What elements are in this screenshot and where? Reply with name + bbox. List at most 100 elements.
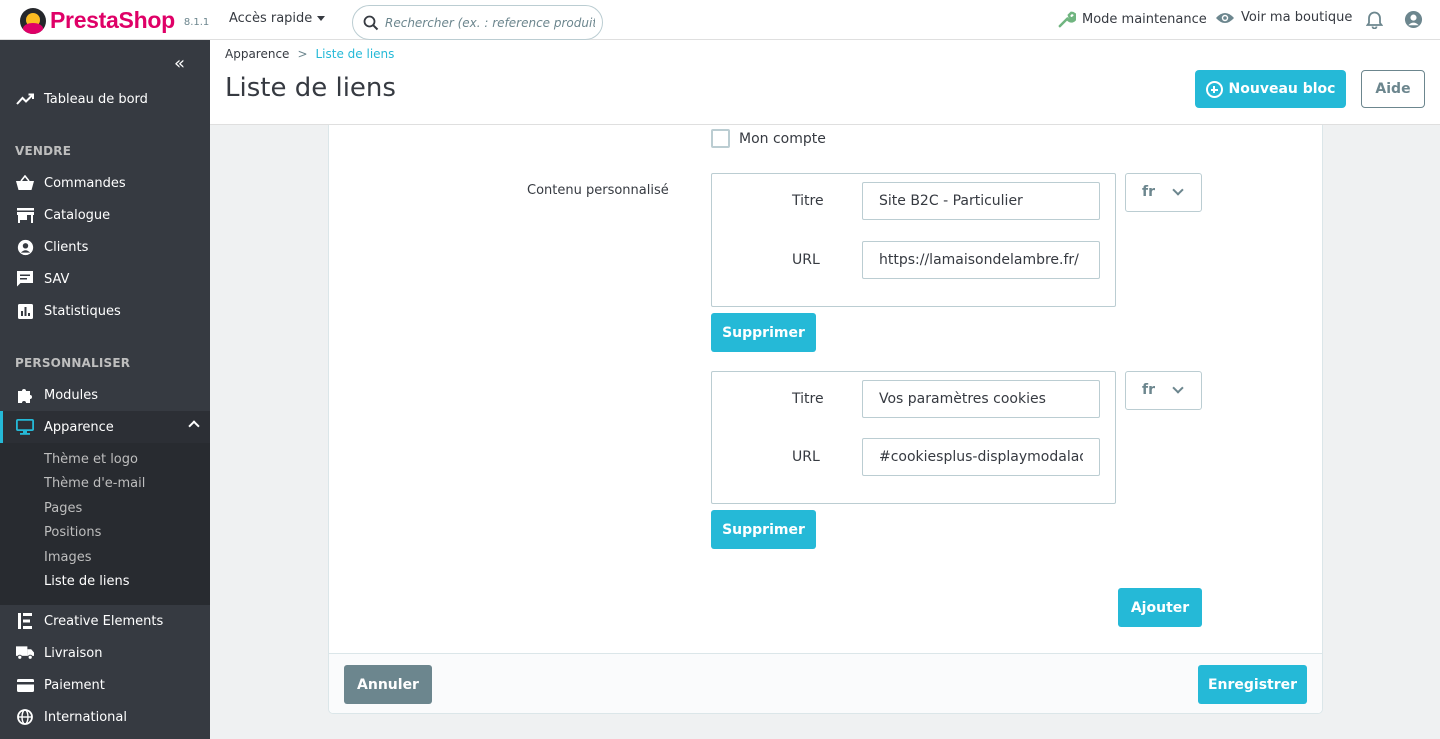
sidebar-item-appearance[interactable]: Apparence <box>0 411 210 443</box>
add-link-button[interactable]: Ajouter <box>1118 588 1202 627</box>
quick-access-label: Accès rapide <box>229 11 313 26</box>
credit-card-icon <box>16 676 34 694</box>
desktop-icon <box>16 418 34 436</box>
quick-access-dropdown[interactable]: Accès rapide <box>229 11 326 26</box>
sidebar-item-orders[interactable]: Commandes <box>0 167 210 199</box>
creative-elements-icon <box>16 612 34 630</box>
sidebar-item-label: Commandes <box>44 175 126 191</box>
eye-icon <box>1216 12 1234 23</box>
sidebar: « Tableau de bord VENDRE Commandes Catal… <box>0 40 210 739</box>
save-button[interactable]: Enregistrer <box>1198 665 1307 704</box>
section-customize-title: PERSONNALISER <box>15 356 131 370</box>
sidebar-item-label: Catalogue <box>44 207 111 223</box>
caret-down-icon <box>317 16 326 21</box>
view-shop-label: Voir ma boutique <box>1241 10 1353 25</box>
sidebar-item-label: Modules <box>44 387 99 403</box>
maintenance-link[interactable]: Mode maintenance <box>1057 10 1207 29</box>
custom-link-box: Titre URL <box>711 371 1116 504</box>
puzzle-icon <box>16 386 34 404</box>
bar-chart-icon <box>16 302 34 320</box>
title-label: Titre <box>792 193 824 209</box>
section-sell-title: VENDRE <box>15 144 72 158</box>
maintenance-label: Mode maintenance <box>1082 12 1207 27</box>
collapse-sidebar-icon[interactable]: « <box>174 53 185 74</box>
sidebar-item-stats[interactable]: Statistiques <box>0 295 210 327</box>
submenu-item-link-list[interactable]: Liste de liens <box>44 574 129 589</box>
chevron-down-icon <box>1172 382 1184 394</box>
custom-link-box: Titre URL <box>711 173 1116 307</box>
language-code: fr <box>1142 382 1155 398</box>
help-button[interactable]: Aide <box>1361 70 1425 108</box>
sidebar-item-label: Apparence <box>44 419 114 435</box>
submenu-item-theme[interactable]: Thème et logo <box>44 452 138 467</box>
page-title: Liste de liens <box>225 73 396 103</box>
top-bar: PrestaShop 8.1.1 Accès rapide Mode maint… <box>0 0 1440 40</box>
breadcrumb-current[interactable]: Liste de liens <box>316 47 395 61</box>
page-header: Apparence > Liste de liens Liste de liens … <box>210 40 1440 125</box>
chevron-down-icon <box>1172 184 1184 196</box>
search-input[interactable] <box>385 13 595 33</box>
sidebar-item-catalog[interactable]: Catalogue <box>0 199 210 231</box>
chevron-up-icon <box>188 420 200 432</box>
version-label: 8.1.1 <box>183 17 210 28</box>
submenu-item-pages[interactable]: Pages <box>44 501 82 516</box>
new-block-label: Nouveau bloc <box>1228 81 1336 97</box>
sidebar-item-creative-elements[interactable]: Creative Elements <box>0 605 210 637</box>
url-label: URL <box>792 449 820 465</box>
sidebar-item-sav[interactable]: SAV <box>0 263 210 295</box>
search-box[interactable] <box>352 5 603 40</box>
sidebar-item-label: International <box>44 709 127 725</box>
cancel-button[interactable]: Annuler <box>344 665 432 704</box>
sidebar-item-label: Tableau de bord <box>44 91 148 107</box>
link-block-form: Mon compte Contenu personnalisé Titre UR… <box>328 125 1323 714</box>
appearance-submenu: Thème et logo Thème d'e-mail Pages Posit… <box>0 443 210 605</box>
sidebar-item-label: Creative Elements <box>44 613 164 629</box>
delete-link-button[interactable]: Supprimer <box>711 313 816 352</box>
link-url-input[interactable] <box>862 438 1100 476</box>
custom-content-label: Contenu personnalisé <box>527 183 669 198</box>
globe-icon <box>16 708 34 726</box>
account-circle-icon <box>16 238 34 256</box>
sidebar-item-label: Paiement <box>44 677 105 693</box>
view-shop-link[interactable]: Voir ma boutique <box>1215 10 1352 25</box>
submenu-item-images[interactable]: Images <box>44 550 92 565</box>
language-select[interactable]: fr <box>1125 173 1202 212</box>
breadcrumb-parent[interactable]: Apparence <box>225 47 289 61</box>
language-select[interactable]: fr <box>1125 371 1202 410</box>
wrench-icon <box>1058 11 1076 28</box>
sidebar-item-label: SAV <box>44 271 70 287</box>
url-label: URL <box>792 252 820 268</box>
sidebar-item-international[interactable]: International <box>0 701 210 733</box>
notifications-bell-icon[interactable] <box>1365 10 1384 33</box>
sidebar-item-shipping[interactable]: Livraison <box>0 637 210 669</box>
sidebar-item-dashboard[interactable]: Tableau de bord <box>0 83 210 115</box>
sidebar-item-modules[interactable]: Modules <box>0 379 210 411</box>
delete-link-button[interactable]: Supprimer <box>711 510 816 549</box>
sidebar-item-customers[interactable]: Clients <box>0 231 210 263</box>
language-code: fr <box>1142 184 1155 200</box>
form-footer: Annuler Enregistrer <box>329 653 1322 713</box>
user-account-icon[interactable] <box>1404 10 1423 33</box>
prestashop-logo-icon <box>20 7 46 34</box>
submenu-item-positions[interactable]: Positions <box>44 525 101 540</box>
title-label: Titre <box>792 391 824 407</box>
sidebar-item-label: Statistiques <box>44 303 121 319</box>
new-block-button[interactable]: Nouveau bloc <box>1195 70 1346 108</box>
submenu-item-email-theme[interactable]: Thème d'e-mail <box>44 476 145 491</box>
breadcrumb: Apparence > Liste de liens <box>225 47 394 61</box>
sidebar-item-label: Clients <box>44 239 89 255</box>
my-account-checkbox[interactable] <box>711 129 730 148</box>
prestashop-logo[interactable]: PrestaShop 8.1.1 <box>20 7 209 34</box>
store-icon <box>16 206 34 224</box>
chat-icon <box>16 270 34 288</box>
truck-icon <box>16 644 34 662</box>
sidebar-item-label: Livraison <box>44 645 103 661</box>
trending-up-icon <box>16 90 34 108</box>
sidebar-item-payment[interactable]: Paiement <box>0 669 210 701</box>
link-title-input[interactable] <box>862 182 1100 220</box>
link-title-input[interactable] <box>862 380 1100 418</box>
link-url-input[interactable] <box>862 241 1100 279</box>
basket-icon <box>16 174 34 192</box>
plus-circle-icon <box>1205 80 1223 98</box>
breadcrumb-separator: > <box>297 47 308 61</box>
